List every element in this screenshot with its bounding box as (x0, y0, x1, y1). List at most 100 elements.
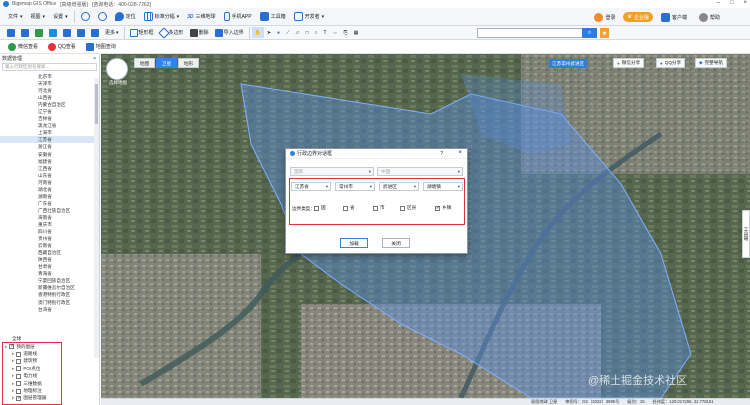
download-button[interactable] (32, 27, 46, 38)
province-item[interactable]: 上海市 (0, 129, 99, 136)
layer-item[interactable]: ▸ 我的图层 (3, 343, 61, 350)
arrow-button[interactable] (88, 27, 102, 38)
province-item[interactable]: 辽宁省 (0, 108, 99, 115)
tile-button[interactable]: 标准分幅 ▾ (140, 10, 184, 24)
layer-item[interactable]: ▸ 图层管理器 (3, 395, 61, 402)
rect-tool[interactable]: □ (302, 27, 311, 38)
wechat-share-button[interactable]: ● 微信分享 (613, 58, 645, 68)
province-item[interactable]: 海南省 (0, 214, 99, 221)
province-item[interactable]: 广西壮族自治区 (0, 207, 99, 214)
help-button[interactable]: 帮助 (695, 10, 724, 24)
search-button[interactable]: ⌕ (582, 28, 597, 38)
boundary-option[interactable]: 省 (343, 205, 355, 211)
load-button[interactable]: 加载 (340, 238, 368, 248)
layer-checkbox[interactable] (16, 388, 22, 394)
province-item[interactable]: 宁夏回族自治区 (0, 277, 99, 284)
zoom-out-button[interactable] (94, 10, 111, 24)
layer-button[interactable] (46, 27, 60, 38)
boundary-checkbox[interactable] (314, 205, 319, 211)
expand-icon[interactable]: ▸ (12, 381, 14, 387)
province-item[interactable]: 福建省 (0, 158, 99, 165)
city-select[interactable]: 常州市 ▾ (335, 182, 375, 191)
boundary-option[interactable]: 国 (314, 205, 326, 211)
layer-checkbox[interactable] (16, 395, 22, 401)
search-input[interactable] (477, 28, 597, 38)
more-button[interactable]: 更多 ▾ (102, 27, 122, 38)
province-item[interactable]: 云南省 (0, 242, 99, 249)
close-window-icon[interactable]: × (743, 0, 747, 6)
province-select[interactable]: 江苏省 ▾ (291, 182, 331, 191)
province-item[interactable]: 山东省 (0, 172, 99, 179)
line-button[interactable] (74, 27, 88, 38)
wechat-view-button[interactable]: 微信查看 (4, 42, 42, 52)
dev-button[interactable]: 开发者 ▾ (290, 10, 329, 24)
district-select[interactable]: 武进区 ▾ (379, 182, 419, 191)
toolbox-side-tab[interactable]: 工具箱 (742, 210, 750, 258)
map-tab[interactable]: 地形 (178, 58, 199, 68)
expand-icon[interactable]: ▸ (12, 373, 14, 379)
province-item[interactable]: 澳门特别行政区 (0, 299, 99, 306)
scrollbar-thumb[interactable] (95, 84, 98, 124)
province-item[interactable]: 西藏自治区 (0, 249, 99, 256)
measure-tool[interactable]: ⇔ (330, 27, 341, 38)
zoom-in-button[interactable] (77, 10, 94, 24)
phone-app-button[interactable]: 手机APP (220, 10, 256, 24)
map-logo-icon[interactable] (106, 58, 128, 80)
qq-view-button[interactable]: QQ查看 (44, 42, 80, 52)
province-item[interactable]: 内蒙古自治区 (0, 101, 99, 108)
layer-checkbox[interactable] (16, 358, 22, 364)
layer-item[interactable]: ▸ 地理标注 (3, 387, 61, 394)
area-tool[interactable]: ▱ (293, 27, 303, 38)
expand-icon[interactable]: ▸ (12, 366, 14, 372)
province-item[interactable]: 天津市 (0, 80, 99, 87)
rect-select-button[interactable]: 矩形框 (127, 27, 157, 38)
delete-button[interactable]: 删除 (187, 27, 212, 38)
layer-item[interactable]: ▸ POI点位 (3, 365, 61, 372)
layer-checkbox[interactable] (16, 351, 22, 357)
expand-icon[interactable]: ▸ (5, 344, 7, 350)
province-item[interactable]: 山西省 (0, 94, 99, 101)
minimize-icon[interactable]: – (717, 0, 720, 6)
location-button[interactable]: 定位 (111, 10, 140, 24)
map-tab[interactable]: 地图 (134, 58, 155, 68)
boundary-option[interactable]: 区县 (400, 205, 416, 211)
expand-icon[interactable]: ▸ (12, 388, 14, 394)
marker-tool[interactable]: ● (274, 27, 283, 38)
layer-checkbox[interactable] (9, 343, 15, 350)
province-item[interactable]: 江西省 (0, 165, 99, 172)
service-button[interactable]: 客户端 (657, 10, 691, 24)
maximize-icon[interactable]: □ (730, 0, 734, 6)
admin-region-chip[interactable]: 江苏常州武进区 (549, 59, 588, 68)
toolbox-button[interactable]: 工具箱 (256, 10, 290, 24)
polygon-select-button[interactable]: 多边形 (157, 26, 187, 39)
province-item[interactable]: 香港特别行政区 (0, 291, 99, 298)
province-item[interactable]: 四川省 (0, 228, 99, 235)
province-item[interactable]: 青海省 (0, 270, 99, 277)
import-boundary-button[interactable]: 导入边界 (212, 27, 247, 38)
region-search-input[interactable]: 输入行政区划名搜索... (2, 63, 97, 71)
province-item[interactable]: 重庆市 (0, 221, 99, 228)
save-button[interactable] (18, 27, 32, 38)
qq-share-button[interactable]: ● QQ分享 (656, 58, 686, 68)
three-d-button[interactable]: 3D 三维地球 (183, 10, 219, 24)
layer-item[interactable]: ▸ 建筑物 (3, 358, 61, 365)
hand-tool[interactable]: ✋ (251, 27, 264, 38)
layer-item[interactable]: ▸ 电力线 (3, 373, 61, 380)
town-select[interactable]: 湖塘镇 ▾ (423, 182, 463, 191)
enterprise-badge[interactable]: ♛ 企业版 (623, 12, 653, 22)
boundary-checkbox[interactable] (373, 205, 378, 211)
province-item[interactable]: 新疆维吾尔自治区 (0, 284, 99, 291)
province-item[interactable]: 湖北省 (0, 186, 99, 193)
menu-view[interactable]: 视图 ▾ (27, 10, 50, 24)
map-tab[interactable]: 卫星 (156, 58, 177, 68)
layer-item[interactable]: ▸ 三维数据 (3, 380, 61, 387)
layer-item[interactable]: ▸ 道路线 (3, 350, 61, 357)
favorite-button[interactable]: ★ (600, 28, 609, 38)
province-item[interactable]: 安徽省 (0, 151, 99, 158)
boundary-checkbox[interactable] (435, 205, 440, 211)
close-button[interactable]: 关闭 (382, 238, 410, 248)
expand-icon[interactable]: ▸ (12, 358, 14, 364)
province-item[interactable]: 甘肃省 (0, 263, 99, 270)
layer-checkbox[interactable] (16, 366, 22, 372)
dialog-help-icon[interactable]: ? (440, 151, 443, 157)
